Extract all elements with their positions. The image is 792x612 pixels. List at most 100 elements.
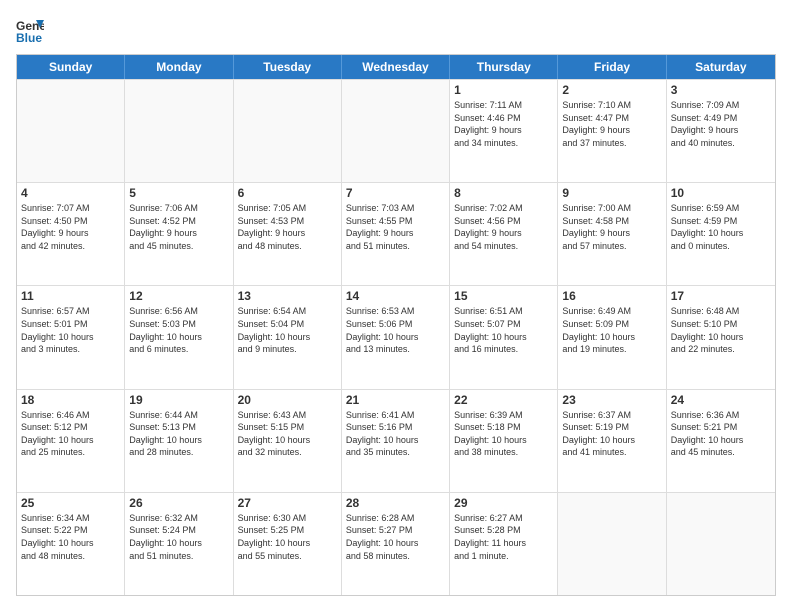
day-cell-26: 26 Sunrise: 6:32 AM Sunset: 5:24 PM Dayli… xyxy=(125,493,233,595)
day-cell-4: 4Sunrise: 7:07 AM Sunset: 4:50 PM Daylig… xyxy=(17,183,125,285)
day-cell-27: 27Sunrise: 6:30 AM Sunset: 5:25 PM Dayli… xyxy=(234,493,342,595)
day-info: Sunrise: 6:57 AM Sunset: 5:01 PM Dayligh… xyxy=(21,305,120,355)
day-info: Sunrise: 7:03 AM Sunset: 4:55 PM Dayligh… xyxy=(346,202,445,252)
day-cell-10: 10Sunrise: 6:59 AM Sunset: 4:59 PM Dayli… xyxy=(667,183,775,285)
day-number: 2 xyxy=(562,83,661,97)
day-cell-5: 5 Sunrise: 7:06 AM Sunset: 4:52 PM Daylig… xyxy=(125,183,233,285)
day-cell-7: 7 Sunrise: 7:03 AM Sunset: 4:55 PM Daylig… xyxy=(342,183,450,285)
day-number: 7 xyxy=(346,186,445,200)
weekday-header-friday: Friday xyxy=(558,55,666,79)
day-info: Sunrise: 6:59 AM Sunset: 4:59 PM Dayligh… xyxy=(671,202,771,252)
day-info: Sunrise: 7:02 AM Sunset: 4:56 PM Dayligh… xyxy=(454,202,553,252)
day-number: 18 xyxy=(21,393,120,407)
day-info: Sunrise: 7:00 AM Sunset: 4:58 PM Dayligh… xyxy=(562,202,661,252)
day-number: 8 xyxy=(454,186,553,200)
day-number: 25 xyxy=(21,496,120,510)
empty-cell-r0c0 xyxy=(17,80,125,182)
calendar-row-5: 25 Sunrise: 6:34 AM Sunset: 5:22 PM Dayli… xyxy=(17,492,775,595)
day-info: Sunrise: 6:48 AM Sunset: 5:10 PM Dayligh… xyxy=(671,305,771,355)
weekday-header-sunday: Sunday xyxy=(17,55,125,79)
day-cell-19: 19 Sunrise: 6:44 AM Sunset: 5:13 PM Dayli… xyxy=(125,390,233,492)
weekday-header-saturday: Saturday xyxy=(667,55,775,79)
calendar-row-3: 11 Sunrise: 6:57 AM Sunset: 5:01 PM Dayli… xyxy=(17,285,775,388)
header: General Blue xyxy=(16,16,776,44)
day-number: 11 xyxy=(21,289,120,303)
day-number: 13 xyxy=(238,289,337,303)
day-info: Sunrise: 7:11 AM Sunset: 4:46 PM Dayligh… xyxy=(454,99,553,149)
day-cell-25: 25 Sunrise: 6:34 AM Sunset: 5:22 PM Dayli… xyxy=(17,493,125,595)
day-cell-3: 3 Sunrise: 7:09 AM Sunset: 4:49 PM Daylig… xyxy=(667,80,775,182)
day-number: 22 xyxy=(454,393,553,407)
day-info: Sunrise: 6:37 AM Sunset: 5:19 PM Dayligh… xyxy=(562,409,661,459)
day-cell-11: 11 Sunrise: 6:57 AM Sunset: 5:01 PM Dayli… xyxy=(17,286,125,388)
day-number: 6 xyxy=(238,186,337,200)
day-info: Sunrise: 6:39 AM Sunset: 5:18 PM Dayligh… xyxy=(454,409,553,459)
day-number: 12 xyxy=(129,289,228,303)
day-info: Sunrise: 6:36 AM Sunset: 5:21 PM Dayligh… xyxy=(671,409,771,459)
logo-icon: General Blue xyxy=(16,16,44,44)
calendar-body: 1 Sunrise: 7:11 AM Sunset: 4:46 PM Daylig… xyxy=(17,79,775,595)
day-info: Sunrise: 7:07 AM Sunset: 4:50 PM Dayligh… xyxy=(21,202,120,252)
weekday-header-thursday: Thursday xyxy=(450,55,558,79)
day-info: Sunrise: 6:27 AM Sunset: 5:28 PM Dayligh… xyxy=(454,512,553,562)
day-cell-29: 29Sunrise: 6:27 AM Sunset: 5:28 PM Dayli… xyxy=(450,493,558,595)
day-info: Sunrise: 6:44 AM Sunset: 5:13 PM Dayligh… xyxy=(129,409,228,459)
day-number: 20 xyxy=(238,393,337,407)
day-info: Sunrise: 7:09 AM Sunset: 4:49 PM Dayligh… xyxy=(671,99,771,149)
logo: General Blue xyxy=(16,16,48,44)
day-number: 26 xyxy=(129,496,228,510)
day-number: 23 xyxy=(562,393,661,407)
weekday-header-wednesday: Wednesday xyxy=(342,55,450,79)
day-number: 14 xyxy=(346,289,445,303)
weekday-header-monday: Monday xyxy=(125,55,233,79)
day-number: 27 xyxy=(238,496,337,510)
weekday-header-tuesday: Tuesday xyxy=(234,55,342,79)
day-number: 5 xyxy=(129,186,228,200)
day-info: Sunrise: 6:51 AM Sunset: 5:07 PM Dayligh… xyxy=(454,305,553,355)
day-number: 28 xyxy=(346,496,445,510)
day-cell-9: 9 Sunrise: 7:00 AM Sunset: 4:58 PM Daylig… xyxy=(558,183,666,285)
day-info: Sunrise: 6:53 AM Sunset: 5:06 PM Dayligh… xyxy=(346,305,445,355)
day-cell-16: 16 Sunrise: 6:49 AM Sunset: 5:09 PM Dayli… xyxy=(558,286,666,388)
day-cell-14: 14 Sunrise: 6:53 AM Sunset: 5:06 PM Dayli… xyxy=(342,286,450,388)
day-number: 19 xyxy=(129,393,228,407)
day-cell-17: 17 Sunrise: 6:48 AM Sunset: 5:10 PM Dayli… xyxy=(667,286,775,388)
day-number: 16 xyxy=(562,289,661,303)
calendar-row-2: 4Sunrise: 7:07 AM Sunset: 4:50 PM Daylig… xyxy=(17,182,775,285)
svg-text:Blue: Blue xyxy=(16,31,42,44)
day-info: Sunrise: 6:34 AM Sunset: 5:22 PM Dayligh… xyxy=(21,512,120,562)
day-cell-2: 2Sunrise: 7:10 AM Sunset: 4:47 PM Daylig… xyxy=(558,80,666,182)
day-info: Sunrise: 7:05 AM Sunset: 4:53 PM Dayligh… xyxy=(238,202,337,252)
day-cell-18: 18 Sunrise: 6:46 AM Sunset: 5:12 PM Dayli… xyxy=(17,390,125,492)
empty-cell-r4c6 xyxy=(667,493,775,595)
day-cell-1: 1 Sunrise: 7:11 AM Sunset: 4:46 PM Daylig… xyxy=(450,80,558,182)
empty-cell-r0c2 xyxy=(234,80,342,182)
calendar-row-4: 18 Sunrise: 6:46 AM Sunset: 5:12 PM Dayli… xyxy=(17,389,775,492)
day-cell-24: 24 Sunrise: 6:36 AM Sunset: 5:21 PM Dayli… xyxy=(667,390,775,492)
day-cell-20: 20 Sunrise: 6:43 AM Sunset: 5:15 PM Dayli… xyxy=(234,390,342,492)
day-cell-13: 13 Sunrise: 6:54 AM Sunset: 5:04 PM Dayli… xyxy=(234,286,342,388)
day-number: 9 xyxy=(562,186,661,200)
day-number: 15 xyxy=(454,289,553,303)
day-number: 24 xyxy=(671,393,771,407)
day-info: Sunrise: 6:43 AM Sunset: 5:15 PM Dayligh… xyxy=(238,409,337,459)
day-info: Sunrise: 6:49 AM Sunset: 5:09 PM Dayligh… xyxy=(562,305,661,355)
day-number: 21 xyxy=(346,393,445,407)
empty-cell-r0c1 xyxy=(125,80,233,182)
day-info: Sunrise: 7:06 AM Sunset: 4:52 PM Dayligh… xyxy=(129,202,228,252)
day-cell-6: 6 Sunrise: 7:05 AM Sunset: 4:53 PM Daylig… xyxy=(234,183,342,285)
day-number: 17 xyxy=(671,289,771,303)
page: General Blue SundayMondayTuesdayWednesda… xyxy=(0,0,792,612)
day-number: 1 xyxy=(454,83,553,97)
day-info: Sunrise: 6:54 AM Sunset: 5:04 PM Dayligh… xyxy=(238,305,337,355)
day-info: Sunrise: 6:32 AM Sunset: 5:24 PM Dayligh… xyxy=(129,512,228,562)
day-info: Sunrise: 6:46 AM Sunset: 5:12 PM Dayligh… xyxy=(21,409,120,459)
day-number: 3 xyxy=(671,83,771,97)
day-cell-15: 15 Sunrise: 6:51 AM Sunset: 5:07 PM Dayli… xyxy=(450,286,558,388)
day-cell-22: 22 Sunrise: 6:39 AM Sunset: 5:18 PM Dayli… xyxy=(450,390,558,492)
day-cell-12: 12Sunrise: 6:56 AM Sunset: 5:03 PM Dayli… xyxy=(125,286,233,388)
calendar: SundayMondayTuesdayWednesdayThursdayFrid… xyxy=(16,54,776,596)
empty-cell-r0c3 xyxy=(342,80,450,182)
day-info: Sunrise: 6:41 AM Sunset: 5:16 PM Dayligh… xyxy=(346,409,445,459)
calendar-header: SundayMondayTuesdayWednesdayThursdayFrid… xyxy=(17,55,775,79)
